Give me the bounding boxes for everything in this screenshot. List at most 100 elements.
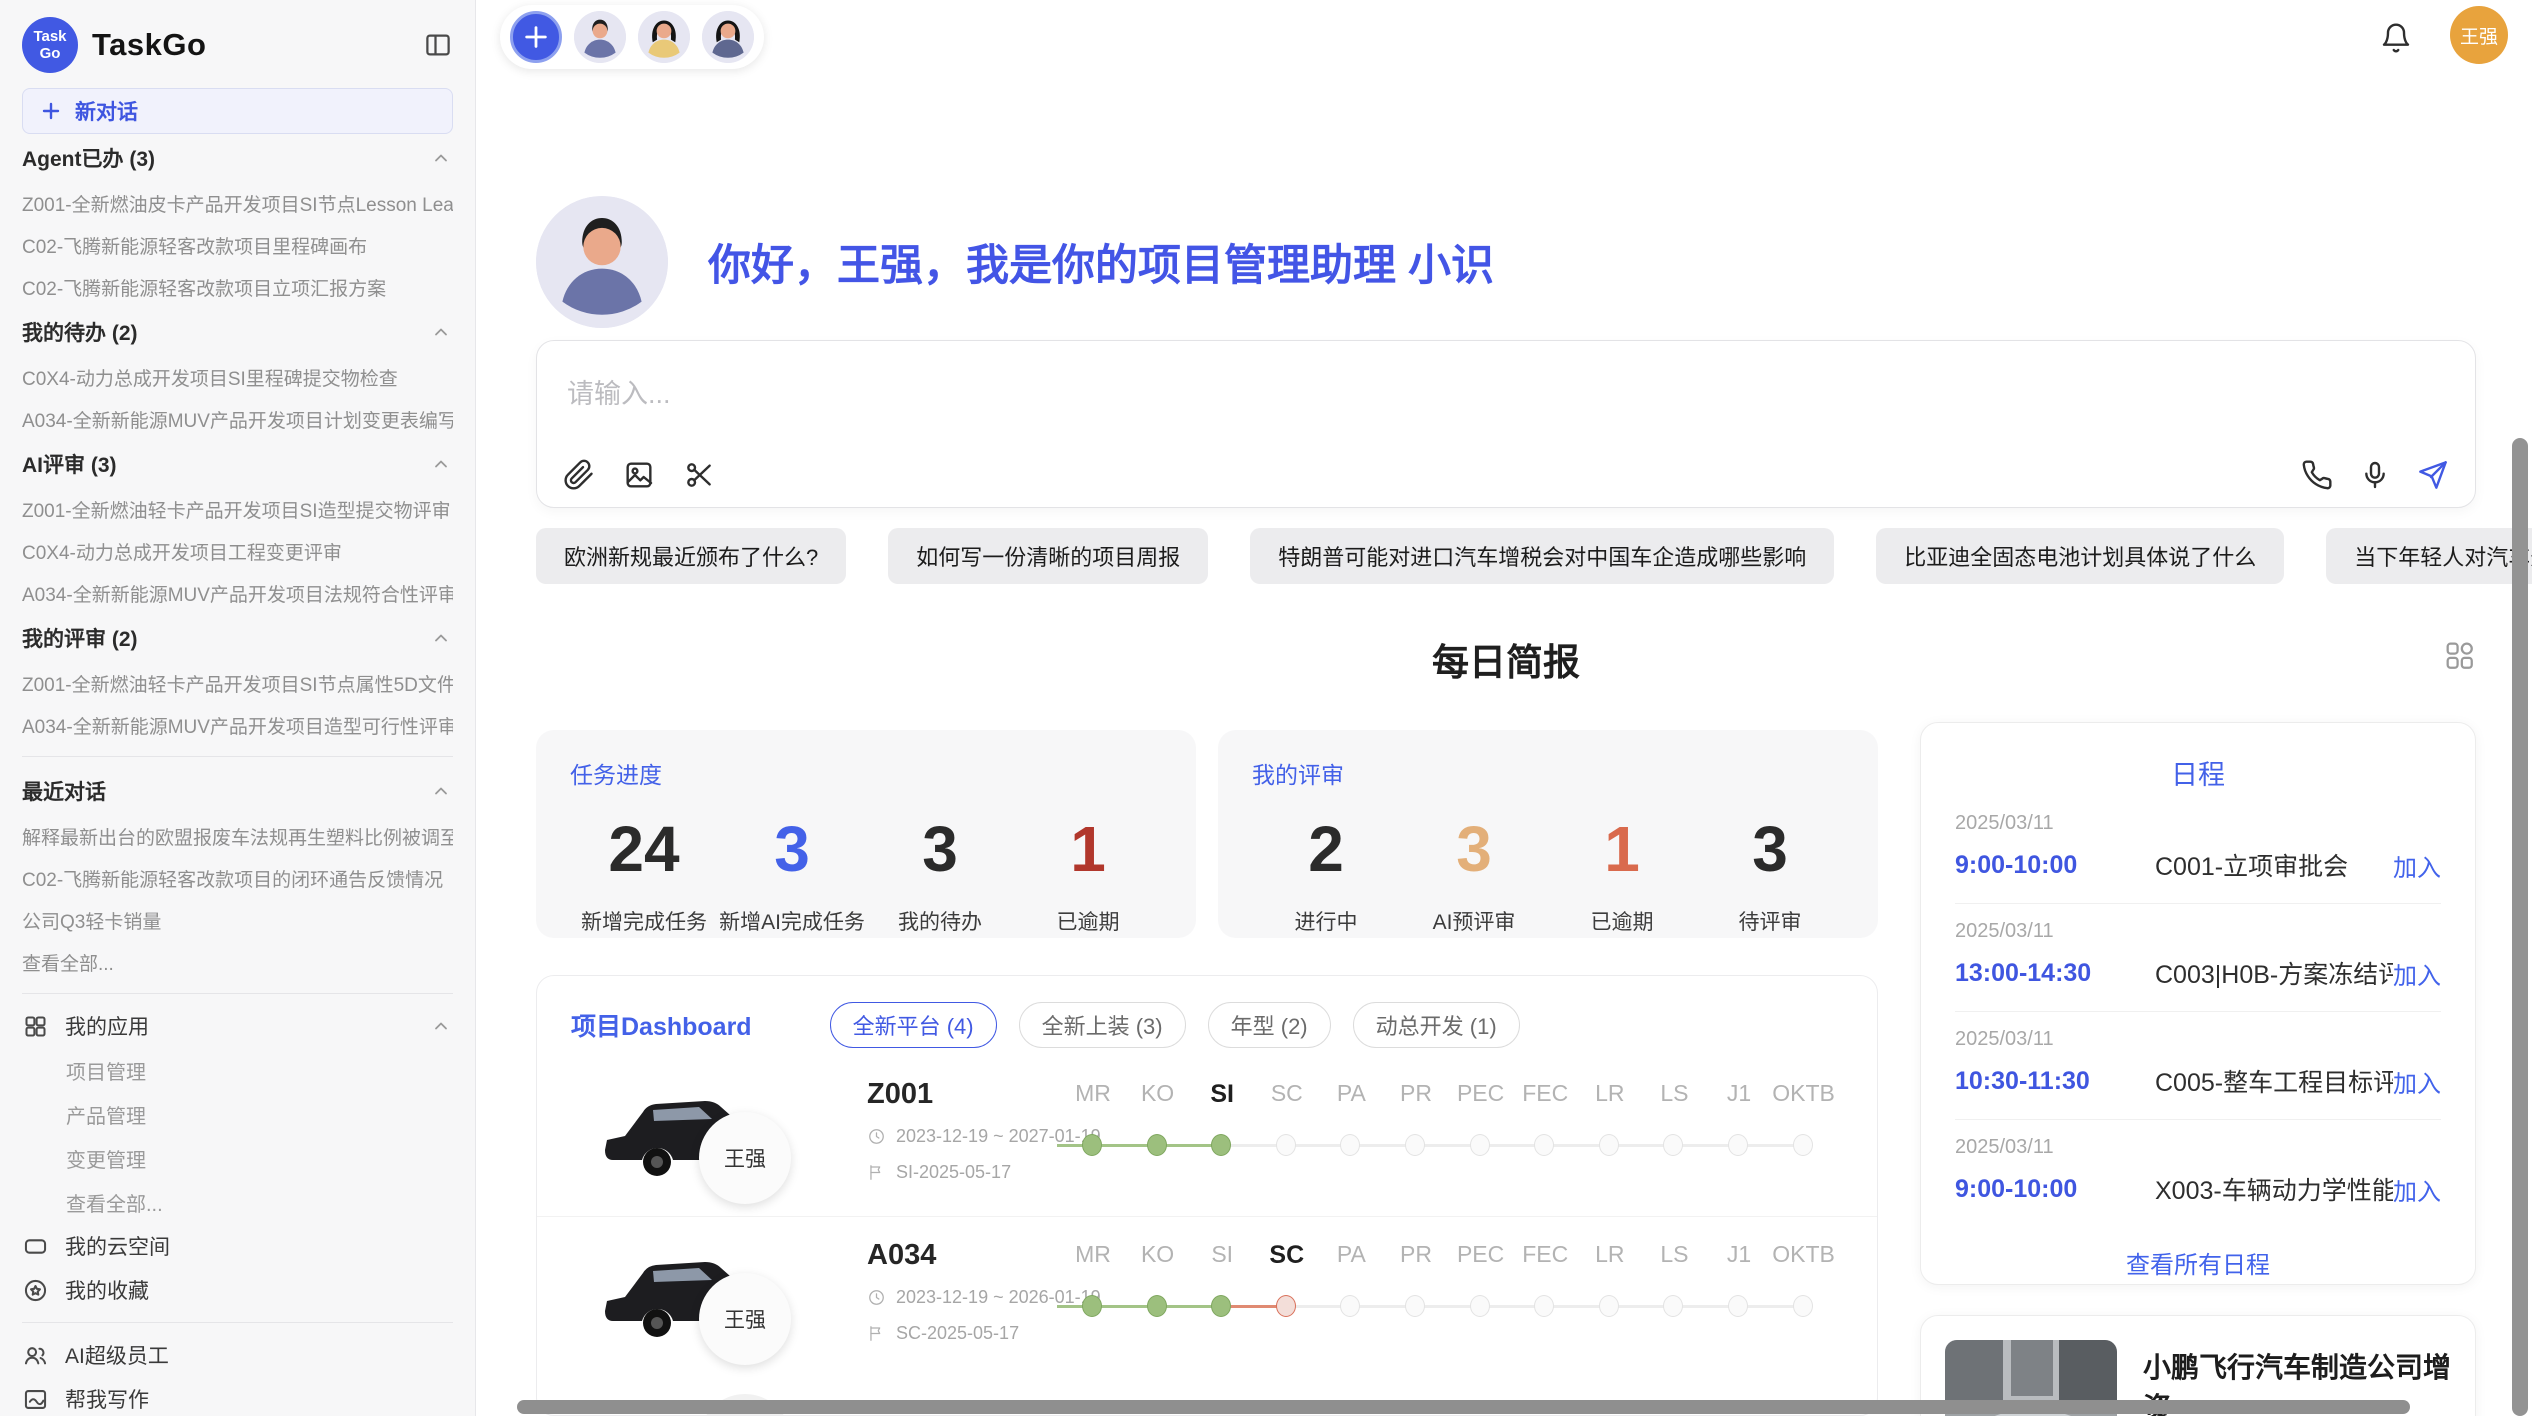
new-chat-button[interactable]: 新对话 [22,88,453,134]
suggestion-chip-2[interactable]: 特朗普可能对进口汽车增税会对中国车企造成哪些影响 [1250,528,1834,584]
greeting-block: 你好，王强，我是你的项目管理助理 小识 [536,196,1494,328]
dashboard-filter-3[interactable]: 动总开发 (1) [1353,1002,1520,1048]
sidebar-task-item[interactable]: A034-全新新能源MUV产品开发项目法规符合性评审 [22,572,453,614]
suggestion-chip-0[interactable]: 欧洲新规最近颁布了什么? [536,528,846,584]
sidebar-tools-section: AI超级员工帮我写作创意制图 [22,1333,453,1416]
screenshot-scissors-icon[interactable] [683,459,715,491]
sidebar-app-item[interactable]: 产品管理 [22,1092,453,1136]
suggestion-chip-3[interactable]: 比亚迪全固态电池计划具体说了什么 [1876,528,2284,584]
sidebar-task-item[interactable]: Z001-全新燃油皮卡产品开发项目SI节点Lesson Learn报告 [22,182,453,224]
vertical-scrollbar[interactable] [2512,438,2528,1416]
stat-label: 进行中 [1252,906,1400,936]
view-all-schedule-link[interactable]: 查看所有日程 [1921,1227,2475,1280]
tool-label: 帮我写作 [65,1384,149,1414]
sidebar-section-header-2[interactable]: AI评审 (3) [22,440,453,488]
sidebar-task-item[interactable]: Z001-全新燃油轻卡产品开发项目SI造型提交物评审 [22,488,453,530]
schedule-join-link[interactable]: 加入 [2393,1064,2441,1099]
sidebar-recent-item[interactable]: 公司Q3轻卡销量 [22,899,453,941]
stat-label: 新增完成任务 [570,906,718,936]
section-title: 我的待办 (2) [22,317,138,347]
chevron-up-icon [429,779,453,803]
dashboard-filter-0[interactable]: 全新平台 (4) [830,1002,997,1048]
milestone-node-PEC [1470,1295,1490,1317]
assistant-avatar-1[interactable] [574,11,626,63]
milestone-node-PEC [1470,1134,1490,1156]
attachment-icon[interactable] [563,459,595,491]
assistant-switcher [500,5,764,69]
favorites-label: 我的收藏 [65,1275,149,1305]
image-upload-icon[interactable] [623,459,655,491]
milestone-node-SI [1211,1295,1231,1317]
briefing-layout-icon[interactable] [2442,638,2476,672]
apps-view-all-link[interactable]: 查看全部... [22,1180,453,1224]
schedule-time: 9:00-10:00 [1955,851,2155,880]
sidebar-task-item[interactable]: Z001-全新燃油轻卡产品开发项目SI节点属性5D文件评审 [22,662,453,704]
sidebar-item-help-me-write[interactable]: 帮我写作 [22,1377,453,1416]
sidebar-task-item[interactable]: C02-飞腾新能源轻客改款项目立项汇报方案 [22,266,453,308]
sidebar-item-cloud-space[interactable]: 我的云空间 [22,1224,453,1268]
microphone-icon[interactable] [2359,459,2391,491]
sidebar-section-header-3[interactable]: 我的评审 (2) [22,614,453,662]
sidebar-task-sections: Agent已办 (3)Z001-全新燃油皮卡产品开发项目SI节点Lesson L… [22,134,453,746]
sidebar-section-header-1[interactable]: 我的待办 (2) [22,308,453,356]
app-root: Task Go TaskGo 新对话 Agent已办 (3)Z001-全新燃油皮… [0,0,2532,1416]
stat-value: 24 [570,812,718,886]
sidebar-collapse-button[interactable] [423,30,453,60]
clock-icon [867,1288,886,1307]
sidebar-recent-header[interactable]: 最近对话 [22,767,453,815]
project-row-A034[interactable]: 王强A0342023-12-19 ~ 2026-01-19SC-2025-05-… [537,1216,1877,1377]
sidebar-task-item[interactable]: A034-全新新能源MUV产品开发项目计划变更表编写 [22,398,453,440]
sidebar-item-favorites[interactable]: 我的收藏 [22,1268,453,1312]
add-assistant-button[interactable] [510,11,562,63]
chat-input[interactable] [553,359,2459,429]
dashboard-filters: 全新平台 (4) 全新上装 (3) 年型 (2) 动总开发 (1) [830,1002,1520,1048]
sidebar-task-item[interactable]: C0X4-动力总成开发项目工程变更评审 [22,530,453,572]
sidebar-recent-item[interactable]: C02-飞腾新能源轻客改款项目的闭环通告反馈情况 [22,857,453,899]
chat-input-card [536,340,2476,508]
suggestion-chip-4[interactable]: 当下年轻人对汽车外观有怎样的喜好趋势 [2326,528,2532,584]
stat-value: 3 [1400,812,1548,886]
sidebar-header: Task Go TaskGo [22,14,453,76]
schedule-join-link[interactable]: 加入 [2393,956,2441,991]
sidebar-section-header-0[interactable]: Agent已办 (3) [22,134,453,182]
project-row-Z001[interactable]: 王强Z0012023-12-19 ~ 2027-01-19SI-2025-05-… [537,1056,1877,1216]
sidebar-item-my-apps[interactable]: 我的应用 [22,1004,453,1048]
dashboard-filter-1[interactable]: 全新上装 (3) [1019,1002,1186,1048]
notification-bell-icon[interactable] [2380,22,2412,54]
milestone-node-PR [1405,1134,1425,1156]
assistant-avatar-3[interactable] [702,11,754,63]
stat-item: 1已逾期 [1548,800,1696,936]
milestone-node-LS [1663,1295,1683,1317]
dashboard-filter-2[interactable]: 年型 (2) [1208,1002,1331,1048]
schedule-title: 日程 [1921,723,2475,796]
schedule-card: 日程 2025/03/119:00-10:00C001-立项审批会加入2025/… [1920,722,2476,1285]
recent-view-all-link[interactable]: 查看全部... [22,941,453,983]
assistant-avatar-2[interactable] [638,11,690,63]
sidebar-task-item[interactable]: C0X4-动力总成开发项目SI里程碑提交物检查 [22,356,453,398]
schedule-join-link[interactable]: 加入 [2393,1172,2441,1207]
sidebar-app-item[interactable]: 项目管理 [22,1048,453,1092]
send-icon[interactable] [2417,459,2449,491]
project-dashboard-card: 项目Dashboard 全新平台 (4)全新上装 (3)年型 (2)动总开发 (… [536,975,1878,1416]
sidebar-task-item[interactable]: C02-飞腾新能源轻客改款项目里程碑画布 [22,224,453,266]
milestone-node-KO [1147,1295,1167,1317]
sidebar-item-ai-super-staff[interactable]: AI超级员工 [22,1333,453,1377]
right-column: 日程 2025/03/119:00-10:00C001-立项审批会加入2025/… [1920,722,2476,1416]
sidebar-app-item[interactable]: 变更管理 [22,1136,453,1180]
voice-call-icon[interactable] [2301,459,2333,491]
milestone-node-PR [1405,1295,1425,1317]
milestone-node-SC [1276,1134,1296,1156]
suggestion-chip-1[interactable]: 如何写一份清晰的项目周报 [888,528,1208,584]
clock-icon [867,1127,886,1146]
sidebar-task-item[interactable]: A034-全新新能源MUV产品开发项目造型可行性评审 [22,704,453,746]
schedule-join-link[interactable]: 加入 [2393,848,2441,883]
schedule-entry-2: 2025/03/1110:30-11:30C005-整车工程目标评审加入 [1955,1012,2441,1120]
schedule-name: C001-立项审批会 [2155,847,2393,883]
divider [22,756,453,757]
stat-value: 1 [1548,812,1696,886]
flag-icon [867,1163,886,1182]
panel-collapse-icon [423,30,453,60]
horizontal-scrollbar[interactable] [517,1400,2410,1414]
user-avatar[interactable]: 王强 [2450,6,2508,64]
sidebar-recent-item[interactable]: 解释最新出台的欧盟报废车法规再生塑料比例被调至15%... [22,815,453,857]
